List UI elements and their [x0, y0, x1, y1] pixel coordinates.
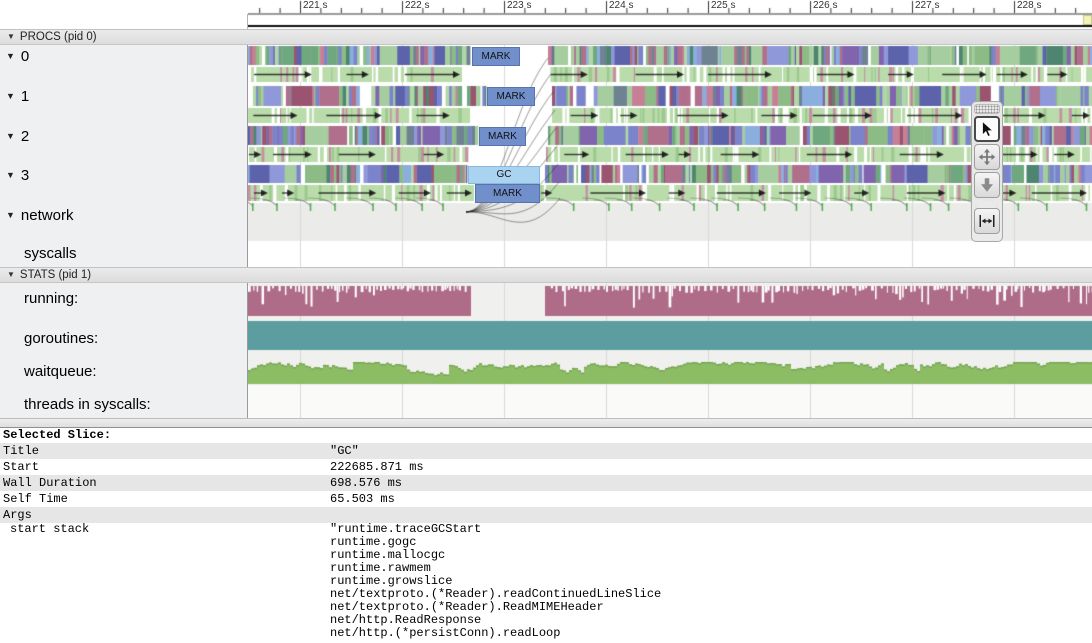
procs-section-header[interactable]: ▼ PROCS (pid 0) — [0, 29, 1092, 45]
track-row-label-text: 2 — [21, 128, 29, 145]
slice-detail-label: Self Time — [3, 492, 68, 506]
triangle-down-icon: ▼ — [6, 131, 15, 141]
horizontal-span-icon — [978, 212, 996, 230]
stats-row-label-threads-in-syscalls-: threads in syscalls: — [6, 396, 151, 414]
ruler-tick-label: 228 s — [1017, 0, 1041, 11]
gc-slice[interactable]: GC — [468, 166, 540, 184]
start-stack-row: start stack "runtime.traceGCStartruntime… — [0, 523, 1092, 640]
ruler-tick-label: 222 s — [405, 0, 429, 11]
track-row-label-network[interactable]: ▼ network — [6, 206, 73, 224]
stats-row-label-text: running: — [24, 290, 78, 307]
triangle-down-icon: ▼ — [7, 32, 15, 41]
ruler-tick-label: 223 s — [507, 0, 531, 11]
procs-header-label: PROCS (pid 0) — [20, 31, 97, 43]
track-row-label-0[interactable]: ▼0 — [6, 47, 29, 65]
triangle-down-icon: ▼ — [6, 91, 15, 101]
stats-row-label-text: goroutines: — [24, 330, 98, 347]
track-label-sidebar — [0, 44, 248, 418]
stats-row-label-waitqueue-: waitqueue: — [6, 363, 97, 381]
stats-row-label-text: waitqueue: — [24, 363, 97, 380]
mark-slice[interactable]: MARK — [479, 127, 526, 146]
time-ruler[interactable]: 221 s 222 s 223 s 224 s 225 s 226 s 227 s 228 s — [248, 0, 1092, 14]
stats-row-label-running-: running: — [6, 290, 78, 308]
slice-detail-row: Start 222685.871 ms — [0, 459, 1092, 475]
slice-detail-value: 65.503 ms — [330, 491, 395, 507]
track-row-label-text: 1 — [21, 88, 29, 105]
slice-detail-label: Wall Duration — [3, 476, 97, 490]
slice-detail-label: Start — [3, 460, 39, 474]
slice-detail-table: Title"GC"Start222685.871 msWall Duration… — [0, 443, 1092, 523]
four-way-arrows-icon — [978, 148, 996, 166]
slice-detail-label: Args — [3, 508, 32, 522]
zoom-tool-button[interactable] — [974, 172, 1000, 198]
panel-splitter[interactable] — [0, 418, 1092, 428]
slice-detail-row: Title "GC" — [0, 443, 1092, 459]
slice-detail-value: 698.576 ms — [330, 475, 402, 491]
ruler-tick-label: 226 s — [813, 0, 837, 11]
timing-tool-button[interactable] — [974, 208, 1000, 234]
mark-slice[interactable]: MARK — [472, 47, 520, 66]
start-stack-label: start stack — [10, 523, 89, 536]
down-arrow-icon — [978, 176, 996, 194]
slice-detail-value: 222685.871 ms — [330, 459, 424, 475]
track-row-label-3[interactable]: ▼3 — [6, 166, 29, 184]
triangle-down-icon: ▼ — [7, 270, 15, 279]
slice-detail-label: Title — [3, 444, 39, 458]
cursor-arrow-icon — [978, 120, 996, 138]
track-row-label-1[interactable]: ▼1 — [6, 87, 29, 105]
triangle-down-icon: ▼ — [6, 210, 15, 220]
palette-drag-handle-icon[interactable] — [974, 104, 1000, 114]
slice-detail-value: "GC" — [330, 443, 359, 459]
stack-trace-line: net/http.(*persistConn).readLoop — [330, 627, 661, 640]
trace-viewer: 221 s 222 s 223 s 224 s 225 s 226 s 227 s 228 s… — [0, 0, 1092, 643]
stats-header-label: STATS (pid 1) — [20, 269, 91, 281]
timeline-track-canvas[interactable] — [248, 0, 1092, 418]
stats-row-label-text: threads in syscalls: — [24, 396, 151, 413]
ruler-tick-label: 227 s — [915, 0, 939, 11]
triangle-down-icon: ▼ — [6, 170, 15, 180]
start-stack-trace: "runtime.traceGCStartruntime.gogcruntime… — [330, 523, 661, 640]
track-row-label-text: syscalls — [24, 245, 77, 262]
pan-tool-button[interactable] — [974, 144, 1000, 170]
triangle-down-icon: ▼ — [6, 51, 15, 61]
mark-slice[interactable]: MARK — [475, 184, 540, 203]
track-row-label-syscalls[interactable]: syscalls — [6, 245, 77, 263]
selection-analysis-panel: Selected Slice: Title "GC" Start 222685.871… — [0, 428, 1092, 643]
selected-slice-heading: Selected Slice: — [0, 428, 1092, 443]
track-row-label-text: 3 — [21, 167, 29, 184]
slice-detail-row: Args — [0, 507, 1092, 523]
tool-palette[interactable] — [971, 101, 1003, 242]
track-row-label-2[interactable]: ▼2 — [6, 127, 29, 145]
track-row-label-text: 0 — [21, 48, 29, 65]
selection-tool-button[interactable] — [974, 116, 1000, 142]
ruler-tick-label: 221 s — [303, 0, 327, 11]
stats-row-label-goroutines-: goroutines: — [6, 330, 98, 348]
track-row-label-text: network — [21, 207, 74, 224]
ruler-tick-label: 224 s — [609, 0, 633, 11]
mark-slice[interactable]: MARK — [487, 87, 535, 106]
slice-detail-row: Self Time 65.503 ms — [0, 491, 1092, 507]
ruler-tick-label: 225 s — [711, 0, 735, 11]
slice-detail-row: Wall Duration 698.576 ms — [0, 475, 1092, 491]
stats-section-header[interactable]: ▼ STATS (pid 1) — [0, 267, 1092, 283]
